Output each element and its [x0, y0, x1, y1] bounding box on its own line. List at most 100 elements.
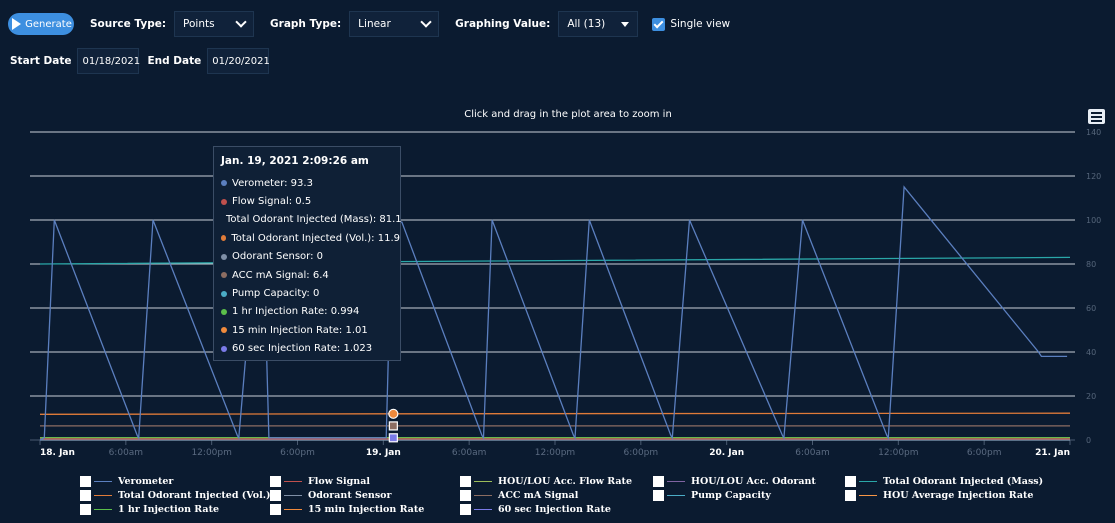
legend-item[interactable]: Pump Capacity [653, 489, 771, 502]
x-tick-label: 12:00pm [535, 448, 575, 458]
legend-label: 15 min Injection Rate [308, 504, 425, 515]
legend-label: Verometer [118, 476, 174, 487]
marker-acc-ma-signal [388, 421, 398, 431]
tooltip-row-label: 15 min Injection Rate: 1.01 [232, 324, 368, 336]
source-type-select[interactable]: Points [174, 11, 255, 37]
y-tick-label: 20 [1086, 392, 1096, 401]
legend-checkbox[interactable] [845, 490, 856, 501]
legend-item[interactable]: ACC mA Signal [460, 489, 578, 502]
series-dot-icon [221, 198, 227, 205]
legend-item[interactable]: 15 min Injection Rate [270, 503, 424, 516]
generate-button-label: Generate [25, 18, 72, 30]
legend-checkbox[interactable] [270, 476, 281, 487]
single-view-checkbox[interactable] [652, 17, 666, 31]
legend-label: HOU/LOU Acc. Odorant [691, 476, 816, 487]
legend-item[interactable]: Odorant Sensor [270, 489, 392, 502]
legend-line-icon [284, 509, 302, 510]
legend-item[interactable]: HOU/LOU Acc. Flow Rate [460, 475, 632, 488]
x-tick-label: 6:00am [109, 448, 144, 458]
x-tick-label: 6:00am [795, 448, 830, 458]
generate-button[interactable]: Generate [8, 13, 74, 35]
grid-lines [30, 131, 1075, 441]
series-line [39, 412, 1071, 415]
x-tick-label: 12:00pm [878, 448, 918, 458]
legend-checkbox[interactable] [460, 476, 471, 487]
series-dot-icon [221, 272, 227, 279]
tooltip-row: Total Odorant Injected (Mass): 81.1 [221, 211, 402, 229]
legend-item[interactable]: 60 sec Injection Rate [460, 503, 611, 516]
chevron-down-icon [420, 16, 432, 28]
series-lines [39, 185, 1071, 441]
series-line [39, 256, 1071, 265]
tooltip-rows: Verometer: 93.3 Flow Signal: 0.5 Total Odo… [221, 174, 402, 358]
legend-checkbox[interactable] [80, 504, 91, 515]
legend-item[interactable]: HOU Average Injection Rate [845, 489, 1033, 502]
tooltip-row-label: Odorant Sensor: 0 [232, 251, 324, 263]
legend-label: Total Odorant Injected (Vol.) [118, 490, 271, 501]
tooltip-row-label: Pump Capacity: 0 [232, 288, 320, 300]
tooltip-row-label: 60 sec Injection Rate: 1.023 [232, 343, 373, 355]
legend-item[interactable]: Verometer [80, 475, 173, 488]
legend-checkbox[interactable] [460, 490, 471, 501]
graphing-value-value: All (13) [567, 18, 606, 30]
marker-total-odorant-vol [388, 408, 399, 419]
legend-checkbox[interactable] [80, 476, 91, 487]
legend-checkbox[interactable] [80, 490, 91, 501]
chart-subtitle: Click and drag in the plot area to zoom … [464, 109, 672, 120]
legend-item[interactable]: Flow Signal [270, 475, 370, 488]
start-date-label: Start Date [10, 55, 72, 67]
series-dot-icon [221, 327, 227, 334]
legend-line-icon [859, 495, 877, 496]
x-tick-label: 12:00pm [191, 448, 231, 458]
legend-line-icon [667, 481, 685, 482]
x-tick-label: 19. Jan [366, 448, 401, 458]
series-dot-icon [221, 308, 227, 315]
x-tick-label: 18. Jan [40, 448, 75, 458]
y-tick-label: 140 [1086, 128, 1101, 137]
graph-type-select[interactable]: Linear [349, 11, 440, 37]
y-tick-label: 100 [1086, 216, 1101, 225]
series-line [39, 185, 1068, 441]
chevron-down-icon [235, 16, 247, 28]
legend-label: Pump Capacity [691, 490, 771, 501]
legend-line-icon [859, 481, 877, 482]
end-date-input[interactable]: 01/20/2021 [207, 48, 270, 74]
legend-checkbox[interactable] [270, 504, 281, 515]
tooltip-row: 15 min Injection Rate: 1.01 [221, 321, 400, 339]
graphing-value-select[interactable]: All (13) [558, 11, 639, 37]
legend-item[interactable]: Total Odorant Injected (Mass) [845, 475, 1043, 488]
chart-menu-icon[interactable] [1088, 109, 1105, 124]
marker-60-sec-rate [388, 433, 398, 443]
legend-line-icon [94, 495, 112, 496]
legend-line-icon [474, 481, 492, 482]
single-view-label: Single view [670, 18, 731, 30]
legend-label: 60 sec Injection Rate [498, 504, 611, 515]
legend-label: HOU/LOU Acc. Flow Rate [498, 476, 632, 487]
legend-line-icon [284, 495, 302, 496]
tooltip-row-label: ACC mA Signal: 6.4 [232, 269, 329, 281]
legend-label: 1 hr Injection Rate [118, 504, 220, 515]
y-tick-label: 120 [1086, 172, 1101, 181]
date-range: Start Date 01/18/2021 End Date 01/20/202… [10, 48, 277, 74]
legend-label: Odorant Sensor [308, 490, 392, 501]
series-dot-icon [221, 345, 227, 352]
tooltip-row: Total Odorant Injected (Vol.): 11.9 [221, 229, 400, 247]
legend-checkbox[interactable] [460, 504, 471, 515]
x-tick-label: 6:00pm [623, 448, 658, 458]
legend-checkbox[interactable] [845, 476, 856, 487]
legend-item[interactable]: HOU/LOU Acc. Odorant [653, 475, 816, 488]
legend-checkbox[interactable] [653, 490, 664, 501]
legend-checkbox[interactable] [653, 476, 664, 487]
legend-item[interactable]: 1 hr Injection Rate [80, 503, 219, 516]
start-date-input[interactable]: 01/18/2021 [77, 48, 140, 74]
line-chart[interactable]: Click and drag in the plot area to zoom … [0, 95, 1115, 465]
y-tick-label: 60 [1086, 304, 1096, 313]
legend-label: HOU Average Injection Rate [883, 490, 1034, 501]
series-dot-icon [221, 290, 227, 297]
legend-checkbox[interactable] [270, 490, 281, 501]
legend-item[interactable]: Total Odorant Injected (Vol.) [80, 489, 271, 502]
legend-line-icon [667, 495, 685, 496]
legend-line-icon [474, 509, 492, 510]
legend-label: ACC mA Signal [498, 490, 579, 501]
end-date-label: End Date [147, 55, 202, 67]
